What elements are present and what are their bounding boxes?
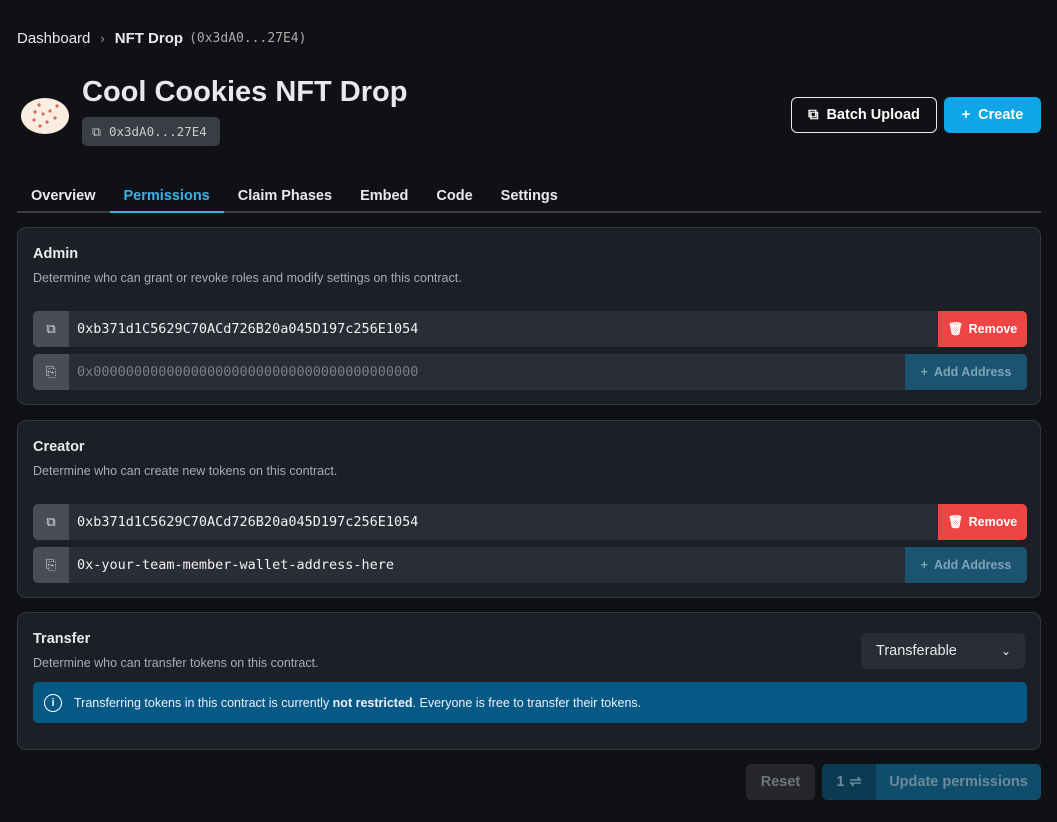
section-description: Determine who can transfer tokens on thi…: [33, 656, 319, 670]
add-address-button[interactable]: + Add Address: [905, 354, 1027, 390]
transfer-select[interactable]: Transferable ⌄: [861, 633, 1025, 669]
tab-bar: Overview Permissions Claim Phases Embed …: [17, 180, 1041, 213]
paste-icon[interactable]: ⎘: [33, 354, 69, 390]
tab-code[interactable]: Code: [422, 180, 486, 213]
plus-icon: +: [961, 107, 971, 123]
tab-overview[interactable]: Overview: [17, 180, 110, 213]
reset-button[interactable]: Reset: [746, 764, 815, 800]
info-text-pre: Transferring tokens in this contract is …: [74, 695, 333, 710]
cookie-logo-icon: [21, 98, 69, 134]
section-title: Admin: [33, 246, 79, 262]
creator-address-input[interactable]: 0x-your-team-member-wallet-address-here: [69, 547, 905, 583]
remove-button[interactable]: 🗑 Remove: [938, 504, 1027, 540]
batch-upload-button[interactable]: ⧉ Batch Upload: [791, 97, 937, 133]
contract-address-copy[interactable]: ⧉ 0x3dA0...27E4: [82, 117, 220, 146]
transfer-section: Transfer Determine who can transfer toke…: [17, 612, 1041, 750]
breadcrumb-address: (0x3dA0...27E4): [189, 31, 307, 46]
info-icon: i: [44, 693, 62, 712]
tab-claim-phases[interactable]: Claim Phases: [224, 180, 346, 213]
remove-label: Remove: [968, 515, 1018, 529]
info-text-bold: not restricted: [332, 695, 413, 710]
update-permissions-button[interactable]: 1 ⇌ Update permissions: [822, 764, 1041, 800]
trash-icon: 🗑: [947, 321, 964, 336]
info-alert: i Transferring tokens in this contract i…: [33, 682, 1027, 723]
change-count-value: 1: [836, 774, 845, 790]
create-button[interactable]: + Create: [944, 97, 1041, 133]
copy-icon[interactable]: ⧉: [33, 504, 69, 540]
remove-label: Remove: [968, 322, 1018, 336]
admin-address-row: ⧉ 0xb371d1C5629C70ACd726B20a045D197c256E…: [33, 311, 1027, 347]
swap-icon: ⇌: [849, 774, 862, 790]
info-text: Transferring tokens in this contract is …: [74, 696, 641, 710]
info-text-post: . Everyone is free to transfer their tok…: [412, 695, 642, 710]
section-description: Determine who can grant or revoke roles …: [33, 271, 462, 285]
contract-address: 0x3dA0...27E4: [108, 124, 207, 139]
chevron-down-icon: ⌄: [1000, 644, 1011, 658]
copy-icon: ⧉: [808, 107, 819, 123]
remove-button[interactable]: 🗑 Remove: [938, 311, 1027, 347]
create-label: Create: [978, 107, 1024, 123]
plus-icon: +: [920, 365, 928, 379]
chevron-right-icon: ›: [100, 31, 105, 46]
add-address-label: Add Address: [933, 365, 1012, 379]
tab-settings[interactable]: Settings: [487, 180, 572, 213]
add-address-button[interactable]: + Add Address: [905, 547, 1027, 583]
creator-section: Creator Determine who can create new tok…: [17, 420, 1041, 598]
breadcrumb: Dashboard › NFT Drop (0x3dA0...27E4): [17, 30, 306, 47]
breadcrumb-dashboard[interactable]: Dashboard: [17, 30, 90, 47]
tab-embed[interactable]: Embed: [346, 180, 422, 213]
update-permissions-label: Update permissions: [876, 764, 1041, 800]
batch-upload-label: Batch Upload: [826, 107, 920, 123]
admin-address[interactable]: 0xb371d1C5629C70ACd726B20a045D197c256E10…: [69, 311, 938, 347]
creator-address-row: ⧉ 0xb371d1C5629C70ACd726B20a045D197c256E…: [33, 504, 1027, 540]
creator-add-row: ⎘ 0x-your-team-member-wallet-address-her…: [33, 547, 1027, 583]
creator-address[interactable]: 0xb371d1C5629C70ACd726B20a045D197c256E10…: [69, 504, 938, 540]
tab-permissions[interactable]: Permissions: [109, 180, 224, 213]
page-title: Cool Cookies NFT Drop: [82, 76, 408, 108]
add-address-label: Add Address: [933, 558, 1012, 572]
transfer-select-value: Transferable: [876, 643, 957, 659]
copy-icon[interactable]: ⧉: [33, 311, 69, 347]
admin-address-input[interactable]: 0x00000000000000000000000000000000000000…: [69, 354, 905, 390]
section-description: Determine who can create new tokens on t…: [33, 464, 338, 478]
admin-add-row: ⎘ 0x000000000000000000000000000000000000…: [33, 354, 1027, 390]
plus-icon: +: [920, 558, 928, 572]
trash-icon: 🗑: [947, 514, 964, 529]
section-title: Transfer: [33, 631, 91, 647]
admin-section: Admin Determine who can grant or revoke …: [17, 227, 1041, 405]
breadcrumb-current: NFT Drop: [114, 30, 184, 47]
paste-icon[interactable]: ⎘: [33, 547, 69, 583]
copy-icon: ⧉: [92, 123, 101, 139]
section-title: Creator: [33, 439, 85, 455]
change-count: 1 ⇌: [822, 764, 876, 800]
